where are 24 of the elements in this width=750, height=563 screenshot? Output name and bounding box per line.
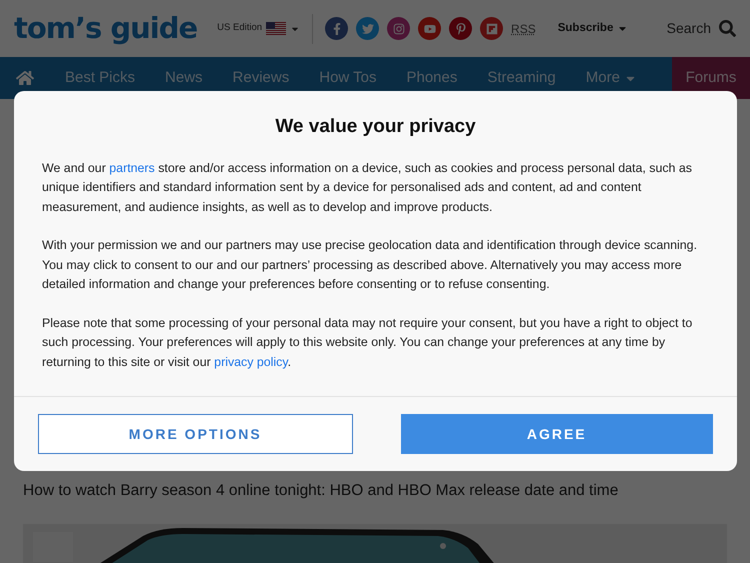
flag-icon — [266, 22, 286, 36]
twitter-icon[interactable] — [356, 17, 380, 40]
rss-link[interactable]: RSS — [511, 20, 536, 38]
subscribe-button[interactable]: Subscribe — [558, 20, 628, 38]
dialog-title: We value your privacy — [274, 115, 477, 139]
search-icon — [719, 20, 736, 37]
flipboard-icon[interactable] — [480, 17, 504, 40]
more-options-button[interactable]: MORE OPTIONS — [38, 414, 352, 454]
text-link[interactable]: partners — [109, 160, 155, 174]
dialog-paragraph: With your permission we and our partners may use precise geolocation data and identification through device scanning. You may click to consent to our and our partners’ processing as described above. Alternatively you may access more detailed information and change your preferences before consenting or to refuse consenting. — [42, 237, 698, 293]
agree-button[interactable]: AGREE — [400, 414, 713, 454]
nav-menu[interactable]: More — [570, 57, 652, 99]
text-link[interactable]: privacy policy — [214, 354, 288, 368]
site-logo[interactable]: tom’s guide — [14, 6, 198, 50]
search-button[interactable]: Search — [666, 18, 736, 39]
instagram-icon[interactable] — [387, 17, 410, 40]
edition-label[interactable]: US Edition — [217, 21, 262, 36]
youtube-icon[interactable] — [418, 17, 442, 40]
dialog-paragraph: Please note that some processing of your personal data may not require your consent, but you have a right to object to such processing. Your preferences will apply to this website only. You can change your preferences at any time by returning to this site or visit our privacy policy. — [42, 314, 694, 371]
pinterest-icon[interactable] — [449, 17, 472, 40]
article-headline[interactable]: How to watch Barry season 4 online tonight: HBO and HBO Max release date and time — [23, 479, 727, 502]
dialog-paragraph: We and our partners store and/or access information on a device, such as cookies and process personal data, such as unique identifiers and standard information sent by a device for personalised ads and content, ad and content measurement, and audience insights, as well as to develop and improve products. — [42, 160, 693, 216]
facebook-icon[interactable] — [325, 17, 348, 40]
home-icon — [16, 69, 34, 87]
